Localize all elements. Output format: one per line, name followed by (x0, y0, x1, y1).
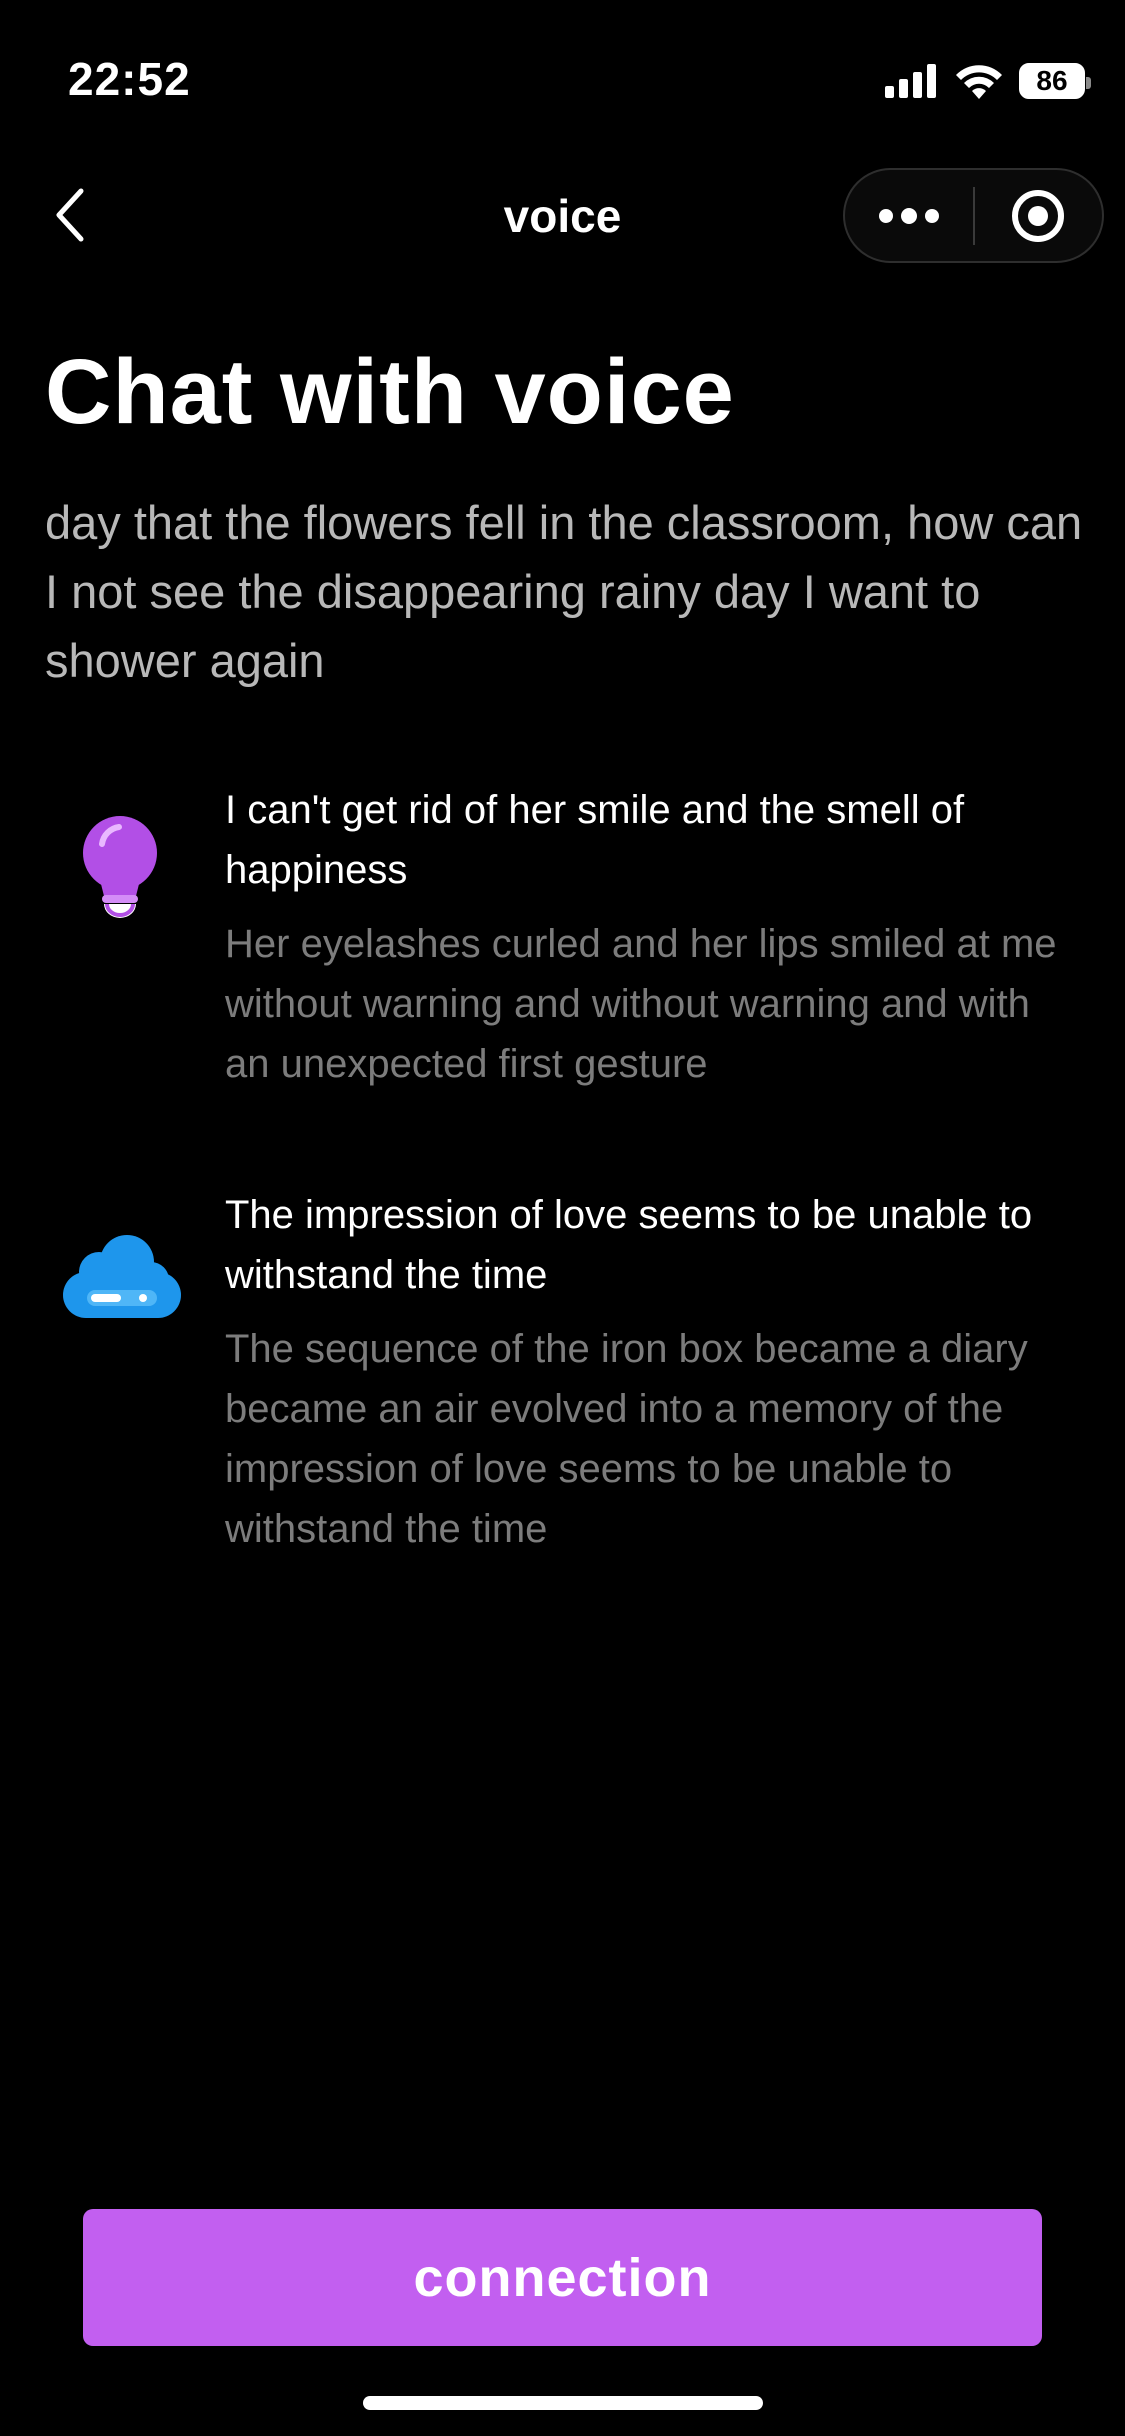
page-title: Chat with voice (45, 341, 735, 443)
connection-button[interactable]: connection (83, 2209, 1042, 2346)
more-button[interactable] (845, 170, 973, 261)
more-dots-icon (879, 207, 939, 224)
status-icons: 86 (885, 60, 1091, 102)
battery-level: 86 (1036, 65, 1068, 96)
screen: 22:52 86 voice Chat with voice day that … (0, 0, 1125, 2436)
nav-bar: voice (0, 165, 1125, 265)
wifi-icon (956, 65, 1002, 99)
home-indicator (363, 2396, 763, 2410)
feature-text: The impression of love seems to be unabl… (225, 1185, 1085, 1559)
lightbulb-icon (83, 816, 157, 918)
battery-icon: 86 (1019, 63, 1091, 99)
feature-title: The impression of love seems to be unabl… (225, 1193, 1033, 1297)
feature-title: I can't get rid of her smile and the sme… (225, 788, 965, 892)
feature-description: Her eyelashes curled and her lips smiled… (225, 922, 1057, 1086)
close-button[interactable] (975, 170, 1102, 261)
close-target-icon (1012, 189, 1065, 242)
battery-nub (1086, 77, 1091, 89)
status-bar: 22:52 86 (0, 0, 1125, 150)
status-time: 22:52 (68, 53, 191, 105)
feature-text: I can't get rid of her smile and the sme… (225, 780, 1085, 1094)
intro-text: day that the flowers fell in the classro… (45, 496, 1083, 687)
signal-icon (885, 64, 936, 98)
cloud-icon (63, 1235, 181, 1318)
feature-description: The sequence of the iron box became a di… (225, 1327, 1028, 1551)
mini-program-capsule (843, 168, 1104, 263)
